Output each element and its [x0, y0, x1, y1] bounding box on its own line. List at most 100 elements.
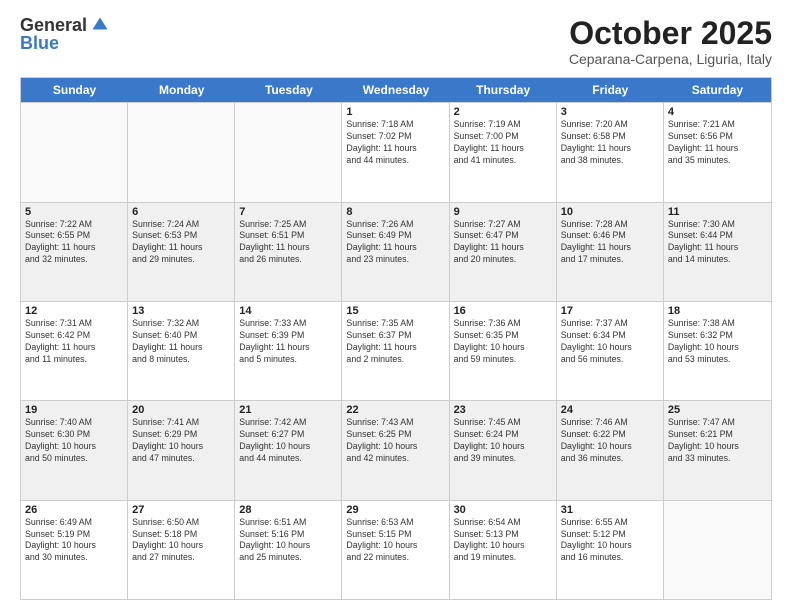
cell-info: Sunrise: 7:24 AM Sunset: 6:53 PM Dayligh…: [132, 219, 230, 267]
cell-info: Sunrise: 6:54 AM Sunset: 5:13 PM Dayligh…: [454, 517, 552, 565]
day-number: 31: [561, 504, 659, 516]
page: General Blue October 2025 Ceparana-Carpe…: [0, 0, 792, 612]
cell-info: Sunrise: 7:18 AM Sunset: 7:02 PM Dayligh…: [346, 119, 444, 167]
cell-info: Sunrise: 6:55 AM Sunset: 5:12 PM Dayligh…: [561, 517, 659, 565]
cell-info: Sunrise: 7:30 AM Sunset: 6:44 PM Dayligh…: [668, 219, 767, 267]
cell-info: Sunrise: 7:47 AM Sunset: 6:21 PM Dayligh…: [668, 417, 767, 465]
calendar-cell-0-1: [128, 103, 235, 201]
calendar-cell-1-2: 7Sunrise: 7:25 AM Sunset: 6:51 PM Daylig…: [235, 203, 342, 301]
day-number: 25: [668, 404, 767, 416]
calendar-cell-3-2: 21Sunrise: 7:42 AM Sunset: 6:27 PM Dayli…: [235, 401, 342, 499]
cell-info: Sunrise: 7:27 AM Sunset: 6:47 PM Dayligh…: [454, 219, 552, 267]
cell-info: Sunrise: 6:51 AM Sunset: 5:16 PM Dayligh…: [239, 517, 337, 565]
cell-info: Sunrise: 6:49 AM Sunset: 5:19 PM Dayligh…: [25, 517, 123, 565]
calendar-row-4: 26Sunrise: 6:49 AM Sunset: 5:19 PM Dayli…: [21, 500, 771, 599]
cell-info: Sunrise: 7:40 AM Sunset: 6:30 PM Dayligh…: [25, 417, 123, 465]
calendar-cell-2-1: 13Sunrise: 7:32 AM Sunset: 6:40 PM Dayli…: [128, 302, 235, 400]
calendar-cell-3-1: 20Sunrise: 7:41 AM Sunset: 6:29 PM Dayli…: [128, 401, 235, 499]
day-number: 8: [346, 206, 444, 218]
cell-info: Sunrise: 6:50 AM Sunset: 5:18 PM Dayligh…: [132, 517, 230, 565]
cell-info: Sunrise: 7:28 AM Sunset: 6:46 PM Dayligh…: [561, 219, 659, 267]
calendar-cell-2-6: 18Sunrise: 7:38 AM Sunset: 6:32 PM Dayli…: [664, 302, 771, 400]
day-number: 15: [346, 305, 444, 317]
calendar-body: 1Sunrise: 7:18 AM Sunset: 7:02 PM Daylig…: [21, 102, 771, 599]
calendar-cell-2-3: 15Sunrise: 7:35 AM Sunset: 6:37 PM Dayli…: [342, 302, 449, 400]
day-number: 27: [132, 504, 230, 516]
cell-info: Sunrise: 7:45 AM Sunset: 6:24 PM Dayligh…: [454, 417, 552, 465]
day-number: 13: [132, 305, 230, 317]
calendar-cell-2-2: 14Sunrise: 7:33 AM Sunset: 6:39 PM Dayli…: [235, 302, 342, 400]
day-number: 18: [668, 305, 767, 317]
month-title: October 2025: [569, 16, 772, 51]
calendar-row-1: 5Sunrise: 7:22 AM Sunset: 6:55 PM Daylig…: [21, 202, 771, 301]
day-number: 6: [132, 206, 230, 218]
day-number: 16: [454, 305, 552, 317]
calendar-cell-0-2: [235, 103, 342, 201]
cell-info: Sunrise: 7:46 AM Sunset: 6:22 PM Dayligh…: [561, 417, 659, 465]
title-area: October 2025 Ceparana-Carpena, Liguria, …: [569, 16, 772, 67]
calendar-cell-3-0: 19Sunrise: 7:40 AM Sunset: 6:30 PM Dayli…: [21, 401, 128, 499]
cell-info: Sunrise: 7:32 AM Sunset: 6:40 PM Dayligh…: [132, 318, 230, 366]
cell-info: Sunrise: 7:19 AM Sunset: 7:00 PM Dayligh…: [454, 119, 552, 167]
calendar-header: Sunday Monday Tuesday Wednesday Thursday…: [21, 78, 771, 102]
weekday-saturday: Saturday: [664, 78, 771, 102]
day-number: 7: [239, 206, 337, 218]
calendar-row-0: 1Sunrise: 7:18 AM Sunset: 7:02 PM Daylig…: [21, 102, 771, 201]
day-number: 10: [561, 206, 659, 218]
calendar-cell-4-5: 31Sunrise: 6:55 AM Sunset: 5:12 PM Dayli…: [557, 501, 664, 599]
calendar-cell-1-3: 8Sunrise: 7:26 AM Sunset: 6:49 PM Daylig…: [342, 203, 449, 301]
day-number: 11: [668, 206, 767, 218]
day-number: 9: [454, 206, 552, 218]
calendar-cell-1-0: 5Sunrise: 7:22 AM Sunset: 6:55 PM Daylig…: [21, 203, 128, 301]
cell-info: Sunrise: 7:43 AM Sunset: 6:25 PM Dayligh…: [346, 417, 444, 465]
cell-info: Sunrise: 7:38 AM Sunset: 6:32 PM Dayligh…: [668, 318, 767, 366]
cell-info: Sunrise: 7:25 AM Sunset: 6:51 PM Dayligh…: [239, 219, 337, 267]
cell-info: Sunrise: 7:26 AM Sunset: 6:49 PM Dayligh…: [346, 219, 444, 267]
calendar-cell-3-3: 22Sunrise: 7:43 AM Sunset: 6:25 PM Dayli…: [342, 401, 449, 499]
calendar-row-2: 12Sunrise: 7:31 AM Sunset: 6:42 PM Dayli…: [21, 301, 771, 400]
day-number: 19: [25, 404, 123, 416]
cell-info: Sunrise: 6:53 AM Sunset: 5:15 PM Dayligh…: [346, 517, 444, 565]
day-number: 29: [346, 504, 444, 516]
calendar-cell-0-0: [21, 103, 128, 201]
logo: General Blue: [20, 16, 109, 52]
logo-icon: [91, 16, 109, 34]
calendar: Sunday Monday Tuesday Wednesday Thursday…: [20, 77, 772, 600]
logo-blue-text: Blue: [20, 34, 59, 52]
logo-general-text: General: [20, 16, 87, 34]
weekday-thursday: Thursday: [450, 78, 557, 102]
day-number: 3: [561, 106, 659, 118]
calendar-cell-3-6: 25Sunrise: 7:47 AM Sunset: 6:21 PM Dayli…: [664, 401, 771, 499]
weekday-monday: Monday: [128, 78, 235, 102]
day-number: 2: [454, 106, 552, 118]
day-number: 12: [25, 305, 123, 317]
calendar-cell-4-0: 26Sunrise: 6:49 AM Sunset: 5:19 PM Dayli…: [21, 501, 128, 599]
day-number: 26: [25, 504, 123, 516]
calendar-cell-3-4: 23Sunrise: 7:45 AM Sunset: 6:24 PM Dayli…: [450, 401, 557, 499]
weekday-wednesday: Wednesday: [342, 78, 449, 102]
calendar-cell-4-1: 27Sunrise: 6:50 AM Sunset: 5:18 PM Dayli…: [128, 501, 235, 599]
day-number: 28: [239, 504, 337, 516]
day-number: 23: [454, 404, 552, 416]
calendar-cell-2-5: 17Sunrise: 7:37 AM Sunset: 6:34 PM Dayli…: [557, 302, 664, 400]
calendar-cell-3-5: 24Sunrise: 7:46 AM Sunset: 6:22 PM Dayli…: [557, 401, 664, 499]
header: General Blue October 2025 Ceparana-Carpe…: [20, 16, 772, 67]
calendar-cell-4-3: 29Sunrise: 6:53 AM Sunset: 5:15 PM Dayli…: [342, 501, 449, 599]
calendar-cell-4-2: 28Sunrise: 6:51 AM Sunset: 5:16 PM Dayli…: [235, 501, 342, 599]
cell-info: Sunrise: 7:33 AM Sunset: 6:39 PM Dayligh…: [239, 318, 337, 366]
cell-info: Sunrise: 7:42 AM Sunset: 6:27 PM Dayligh…: [239, 417, 337, 465]
cell-info: Sunrise: 7:31 AM Sunset: 6:42 PM Dayligh…: [25, 318, 123, 366]
calendar-cell-2-0: 12Sunrise: 7:31 AM Sunset: 6:42 PM Dayli…: [21, 302, 128, 400]
day-number: 22: [346, 404, 444, 416]
calendar-row-3: 19Sunrise: 7:40 AM Sunset: 6:30 PM Dayli…: [21, 400, 771, 499]
weekday-sunday: Sunday: [21, 78, 128, 102]
day-number: 17: [561, 305, 659, 317]
calendar-cell-1-5: 10Sunrise: 7:28 AM Sunset: 6:46 PM Dayli…: [557, 203, 664, 301]
day-number: 4: [668, 106, 767, 118]
calendar-cell-4-6: [664, 501, 771, 599]
calendar-cell-0-5: 3Sunrise: 7:20 AM Sunset: 6:58 PM Daylig…: [557, 103, 664, 201]
day-number: 21: [239, 404, 337, 416]
calendar-cell-0-6: 4Sunrise: 7:21 AM Sunset: 6:56 PM Daylig…: [664, 103, 771, 201]
day-number: 1: [346, 106, 444, 118]
location-subtitle: Ceparana-Carpena, Liguria, Italy: [569, 51, 772, 67]
